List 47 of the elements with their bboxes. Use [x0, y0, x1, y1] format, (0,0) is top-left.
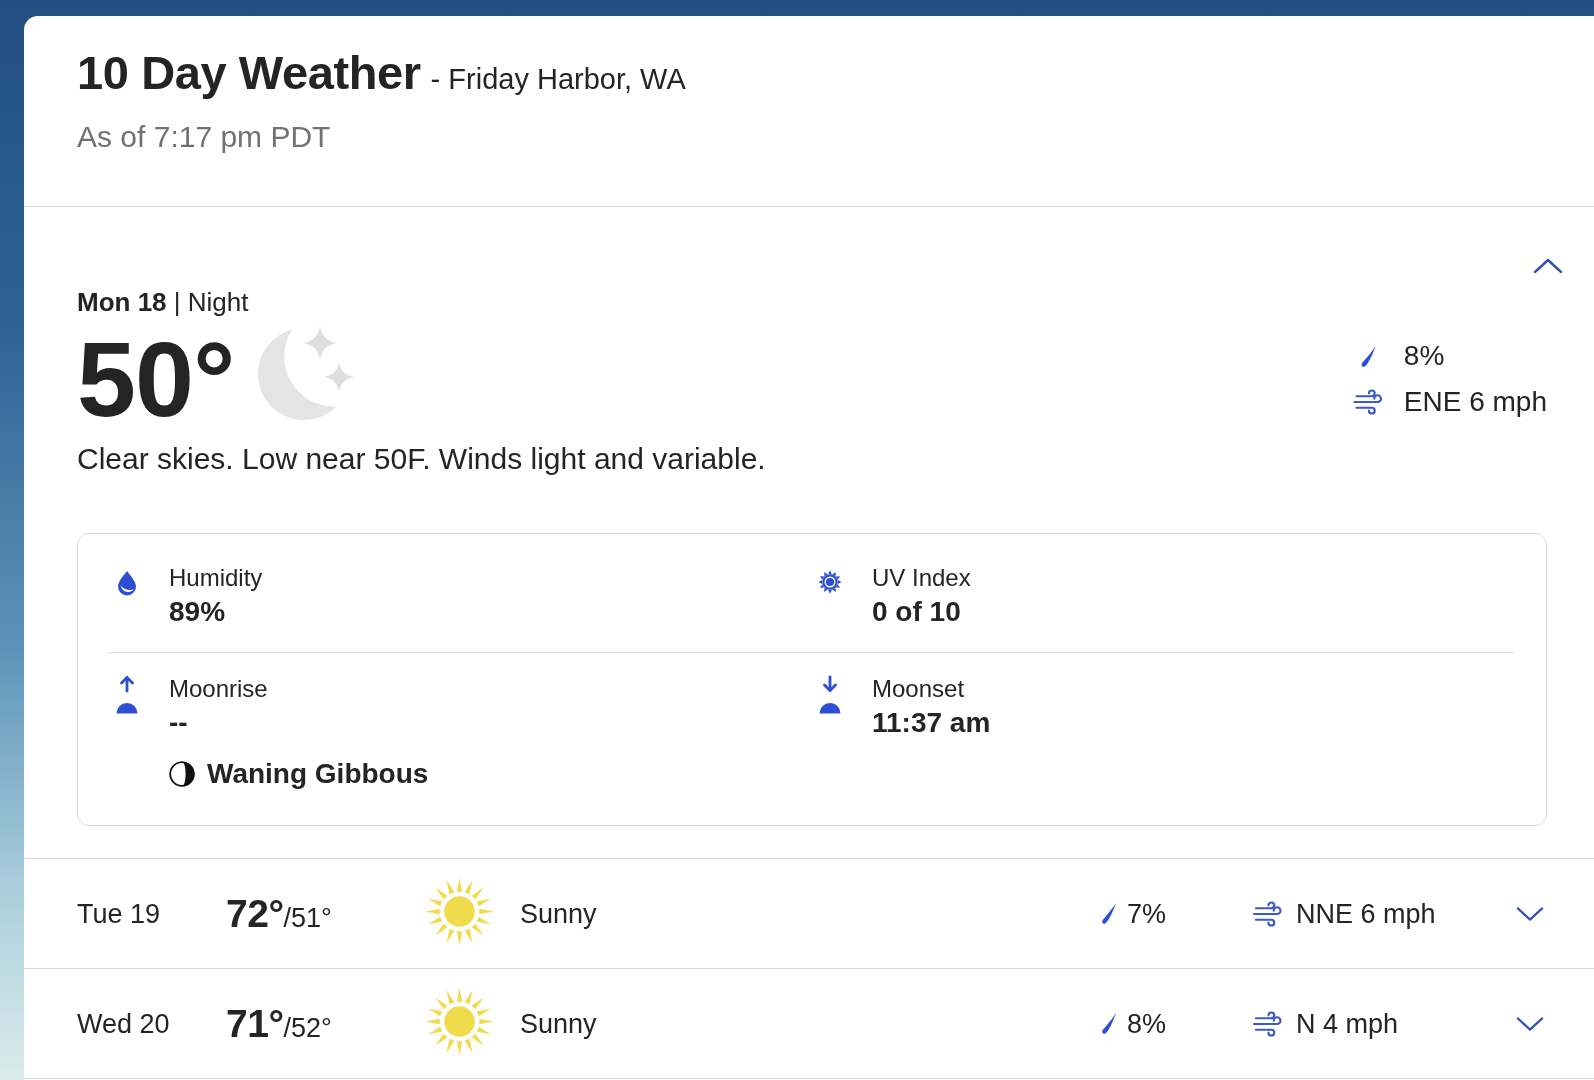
wind-text: NNE 6 mph — [1296, 897, 1436, 931]
detail-label: Moonrise — [169, 675, 268, 703]
chevron-down-icon — [1516, 1015, 1544, 1032]
detail-label: Humidity — [169, 564, 263, 592]
moon-phase-text: Waning Gibbous — [207, 758, 429, 790]
condition-text: Sunny — [520, 897, 598, 931]
wind-icon — [1252, 1010, 1282, 1037]
condition-text: Sunny — [520, 1007, 598, 1041]
sun-icon — [425, 877, 494, 946]
chevron-down-icon — [1516, 905, 1544, 922]
detail-value: 0 of 10 — [872, 596, 962, 628]
location-text: - Friday Harbor, WA — [430, 63, 686, 96]
wind-icon — [1252, 900, 1282, 927]
high-temperature: 72° — [226, 891, 284, 935]
sun-icon — [425, 987, 494, 1056]
precipitation-chance: 8% — [1403, 339, 1445, 373]
wind-text: ENE 6 mph — [1403, 385, 1547, 419]
low-temperature: /51° — [283, 902, 332, 933]
raindrop-icon — [1100, 902, 1117, 925]
detail-value: 89% — [169, 596, 227, 628]
low-temperature: /52° — [283, 1012, 332, 1043]
day-part-label: Mon 18 | Night — [77, 286, 250, 318]
sun-icon — [818, 568, 842, 596]
page-title: 10 Day Weather — [77, 45, 421, 100]
detail-value: -- — [169, 707, 189, 739]
wind-text: N 4 mph — [1296, 1007, 1399, 1041]
moonrise-icon — [115, 675, 139, 715]
detail-label: Moonset — [872, 675, 966, 703]
expand-toggle[interactable] — [1516, 905, 1544, 922]
water-drop-icon — [116, 570, 138, 596]
raindrop-icon — [1100, 1012, 1117, 1035]
high-temperature: 71° — [226, 1001, 284, 1045]
wind-icon — [1352, 389, 1384, 415]
precipitation-chance: 8% — [1127, 1007, 1167, 1041]
detail-label: UV Index — [872, 564, 971, 592]
precipitation-chance: 7% — [1127, 897, 1167, 931]
collapse-toggle[interactable] — [1533, 258, 1563, 274]
updated-time: As of 7:17 pm PDT — [77, 119, 332, 155]
chevron-up-icon — [1533, 258, 1563, 274]
forecast-description: Clear skies. Low near 50F. Winds light and variable. — [77, 441, 767, 477]
day-label: Tue 19 — [77, 897, 162, 931]
expand-toggle[interactable] — [1516, 1015, 1544, 1032]
day-label: Wed 20 — [77, 1007, 171, 1041]
current-temperature: 50° — [77, 326, 235, 432]
detail-value: 11:37 am — [872, 707, 991, 739]
moon-phase-icon — [169, 761, 195, 787]
moonset-icon — [818, 675, 842, 715]
